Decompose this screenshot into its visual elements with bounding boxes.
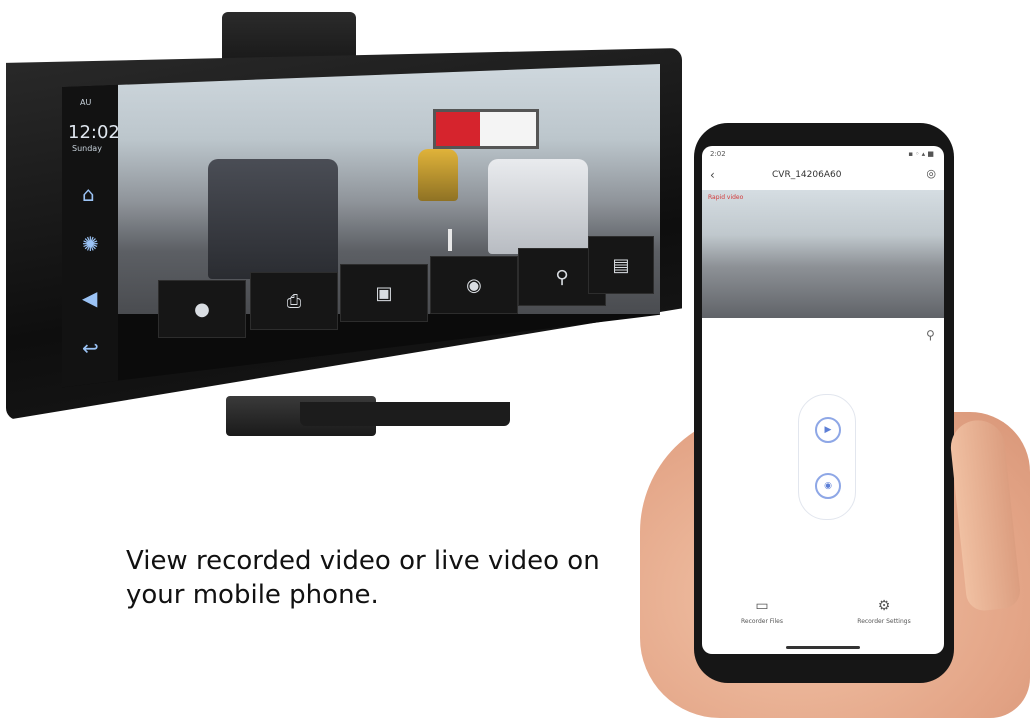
file-button[interactable]: ▤ (588, 236, 654, 294)
device-title: CVR_14206A60 (772, 170, 842, 180)
microphone-icon[interactable]: ⚲ (926, 328, 935, 342)
folder-icon: ▭ (755, 598, 769, 614)
dashcam-sidebar: AU 12:02 Sunday ⌂ ✺ ◀ ↩ (62, 64, 120, 388)
back-icon[interactable]: ‹ (710, 168, 715, 182)
snapshot-button[interactable]: ⎙ (250, 272, 338, 330)
home-indicator (786, 646, 860, 649)
back-icon[interactable]: ↩ (82, 336, 99, 360)
nav-label: Recorder Files (741, 618, 783, 625)
status-icons: ▪ ◦ ▴ ■ (908, 150, 934, 158)
gear-icon: ⚙ (877, 598, 891, 614)
volume-icon[interactable]: ◀ (82, 286, 97, 310)
dashcam-button-bar: ● ⎙ ▣ ◉ ⚲ ▤ (118, 226, 658, 338)
nav-recorder-files[interactable]: ▭ Recorder Files (712, 598, 812, 625)
snapshot-button[interactable]: ◉ (815, 473, 841, 499)
control-pill: ▶ ◉ (798, 394, 856, 520)
nav-recorder-settings[interactable]: ⚙ Recorder Settings (834, 598, 934, 625)
eye-icon[interactable]: ◎ (926, 167, 936, 180)
record-button[interactable]: ● (158, 280, 246, 338)
clock: 12:02 (68, 122, 120, 143)
day-label: Sunday (72, 144, 102, 153)
phone-screen: 2:02 ▪ ◦ ▴ ■ ‹ CVR_14206A60 ◎ Rapid vide… (702, 146, 944, 654)
billboard (433, 109, 539, 149)
phone-live-video[interactable]: Rapid video (702, 190, 944, 318)
brightness-icon[interactable]: ✺ (82, 232, 99, 256)
rec-label: Rapid video (708, 194, 744, 201)
app-header: ‹ CVR_14206A60 ◎ (702, 164, 944, 186)
home-icon[interactable]: ⌂ (82, 182, 95, 206)
nav-label: Recorder Settings (857, 618, 911, 625)
status-time: 2:02 (710, 150, 726, 158)
play-button[interactable]: ▶ (815, 417, 841, 443)
truck (418, 149, 458, 201)
mode-button[interactable]: ◉ (430, 256, 518, 314)
photo-button[interactable]: ▣ (340, 264, 428, 322)
dashcam-stand-base (300, 402, 510, 426)
date-label: AU (80, 98, 92, 107)
caption-text: View recorded video or live video on you… (126, 546, 600, 610)
